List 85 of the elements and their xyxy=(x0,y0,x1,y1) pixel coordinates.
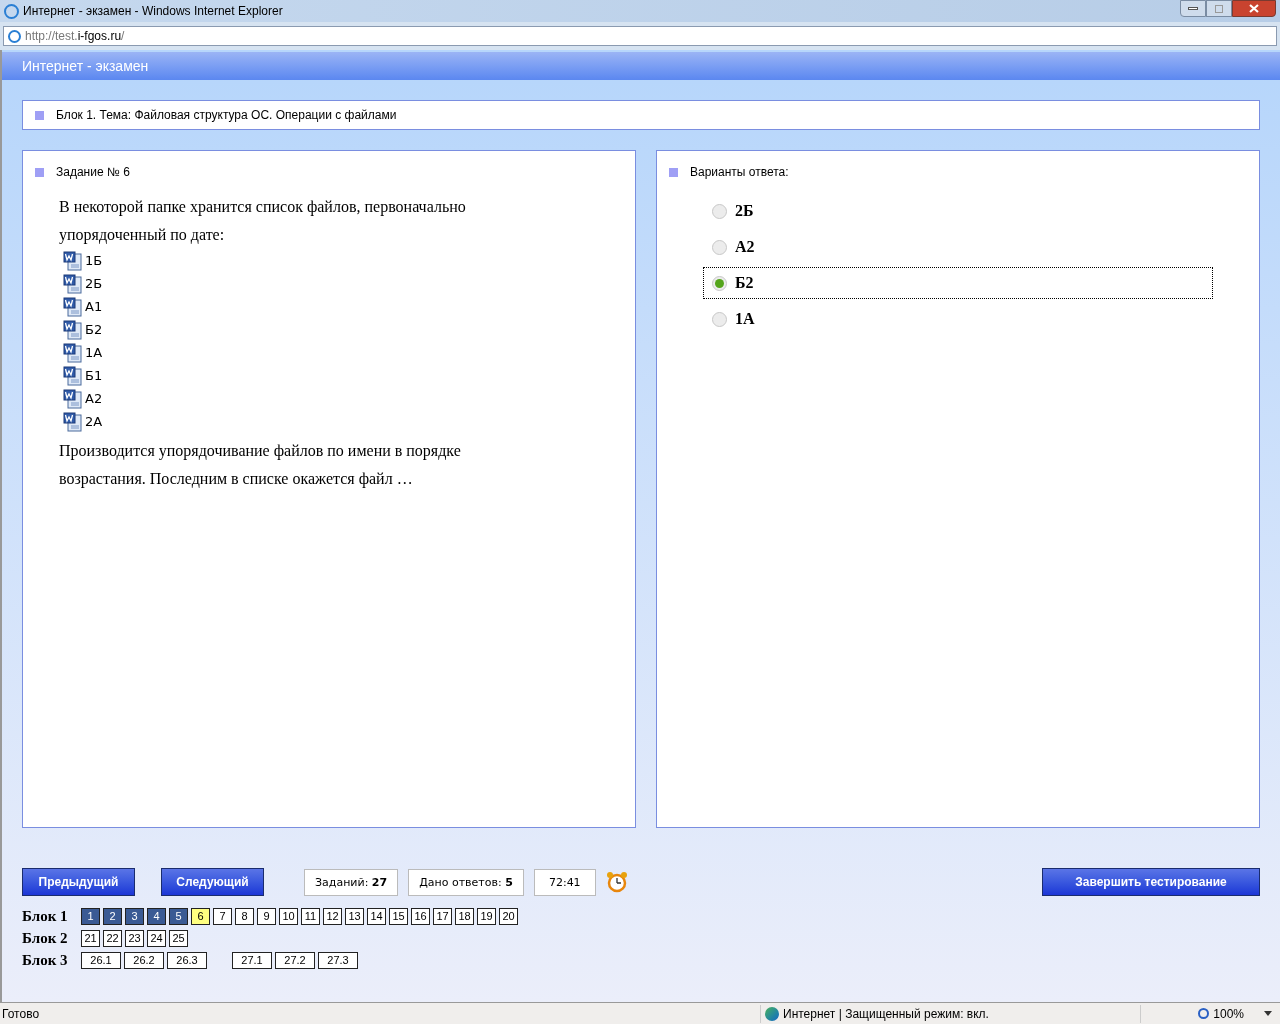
task-number-button[interactable]: 11 xyxy=(301,908,320,925)
answer-option[interactable]: 2Б xyxy=(703,195,1213,227)
task-title: Задание № 6 xyxy=(56,164,130,181)
bullet-square-icon xyxy=(35,110,44,120)
answers-title: Варианты ответа: xyxy=(690,164,789,181)
block-label: Блок 1 xyxy=(22,909,69,924)
task-text: В некоторой папке хранится список файлов, первоначально упорядоченный по дате: xyxy=(59,197,467,246)
task-number-button[interactable]: 23 xyxy=(125,930,144,947)
task-number-button[interactable]: 26.2 xyxy=(124,952,164,969)
word-document-icon xyxy=(63,342,83,363)
file-name: А1 xyxy=(85,300,103,313)
task-number-button[interactable]: 17 xyxy=(433,908,452,925)
minimize-button[interactable] xyxy=(1180,0,1206,17)
word-document-icon xyxy=(63,296,83,317)
task-number-button[interactable]: 19 xyxy=(477,908,496,925)
task-number-button[interactable]: 4 xyxy=(147,908,166,925)
answer-option[interactable]: А2 xyxy=(703,231,1213,263)
task-number-button[interactable]: 15 xyxy=(389,908,408,925)
task-number-button[interactable]: 10 xyxy=(279,908,298,925)
security-zone-text: Интернет | Защищенный режим: вкл. xyxy=(783,1005,989,1023)
address-field[interactable]: http://test.i-fgos.ru/ xyxy=(3,26,1277,46)
file-name: Б1 xyxy=(85,369,103,382)
task-number-button[interactable]: 22 xyxy=(103,930,122,947)
file-name: Б2 xyxy=(85,323,103,336)
answer-option[interactable]: Б2 xyxy=(703,267,1213,299)
task-number-button[interactable]: 13 xyxy=(345,908,364,925)
task-number-button[interactable]: 3 xyxy=(125,908,144,925)
word-document-icon xyxy=(63,411,83,432)
status-text: Готово xyxy=(1,1005,40,1023)
task-number-button[interactable]: 7 xyxy=(213,908,232,925)
counter-field: Дано ответов: 5 xyxy=(408,868,524,896)
file-name: 2А xyxy=(85,415,103,428)
word-document-icon xyxy=(63,365,83,386)
task-number-button[interactable]: 5 xyxy=(169,908,188,925)
bullet-square-icon xyxy=(35,167,44,177)
task-number-button[interactable]: 18 xyxy=(455,908,474,925)
task-number-button[interactable]: 26.3 xyxy=(167,952,207,969)
page-header: Интернет - экзамен xyxy=(2,52,1280,80)
task-number-button[interactable]: 6 xyxy=(191,908,210,925)
word-document-icon xyxy=(63,388,83,409)
task-number-button[interactable]: 27.1 xyxy=(232,952,272,969)
task-number-button[interactable]: 21 xyxy=(81,930,100,947)
task-number-button[interactable]: 9 xyxy=(257,908,276,925)
block-title: Блок 1. Тема: Файловая структура ОС. Операции с файлами xyxy=(56,107,397,124)
radio-button[interactable] xyxy=(712,203,727,219)
file-name: 1Б xyxy=(85,254,103,267)
file-name: 1А xyxy=(85,346,103,359)
word-document-icon xyxy=(63,250,83,271)
previous-button[interactable]: Предыдущий xyxy=(22,868,135,896)
dropdown-caret-icon[interactable] xyxy=(1264,1011,1272,1016)
task-number-button[interactable]: 27.2 xyxy=(275,952,315,969)
close-icon xyxy=(1249,4,1259,13)
radio-button[interactable] xyxy=(712,311,727,327)
task-number-button[interactable]: 24 xyxy=(147,930,166,947)
answer-option[interactable]: 1А xyxy=(703,303,1213,335)
task-number-button[interactable]: 8 xyxy=(235,908,254,925)
bullet-square-icon xyxy=(669,167,678,177)
file-name: А2 xyxy=(85,392,103,405)
block-label: Блок 3 xyxy=(22,953,69,968)
task-number-button[interactable]: 12 xyxy=(323,908,342,925)
finish-button[interactable]: Завершить тестирование xyxy=(1042,868,1260,896)
word-document-icon xyxy=(63,273,83,294)
task-number-button[interactable]: 1 xyxy=(81,908,100,925)
task-number-button[interactable]: 26.1 xyxy=(81,952,121,969)
radio-button[interactable] xyxy=(712,239,727,255)
zoom-level[interactable]: 100% xyxy=(1213,1004,1244,1023)
task-number-button[interactable]: 25 xyxy=(169,930,188,947)
alarm-clock-icon xyxy=(605,871,628,893)
task-number-button[interactable]: 27.3 xyxy=(318,952,358,969)
word-document-icon xyxy=(63,319,83,340)
task-number-button[interactable]: 2 xyxy=(103,908,122,925)
globe-icon xyxy=(765,1006,779,1021)
counter-field: Заданий: 27 xyxy=(304,868,399,896)
block-label: Блок 2 xyxy=(22,931,69,946)
window-title: Интернет - экзамен - Windows Internet Explorer xyxy=(23,3,283,20)
counter-field: 72:41 xyxy=(533,868,596,896)
task-number-button[interactable]: 20 xyxy=(499,908,518,925)
radio-button[interactable] xyxy=(712,275,727,291)
next-button[interactable]: Следующий xyxy=(161,868,264,896)
maximize-button[interactable] xyxy=(1206,0,1232,17)
question-text: Производится упорядочивание файлов по имени в порядке возрастания. Последним в списке окажется файл … xyxy=(59,441,462,490)
task-number-button[interactable]: 14 xyxy=(367,908,386,925)
close-button[interactable] xyxy=(1232,0,1276,17)
task-number-button[interactable]: 16 xyxy=(411,908,430,925)
file-name: 2Б xyxy=(85,277,103,290)
